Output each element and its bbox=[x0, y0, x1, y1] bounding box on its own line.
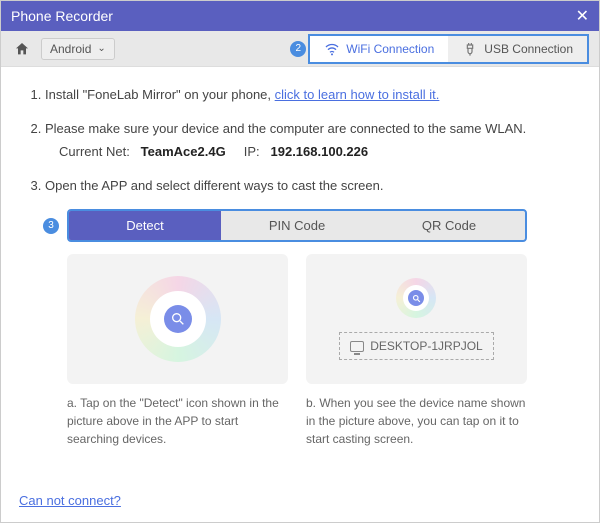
cannot-connect-link[interactable]: Can not connect? bbox=[19, 493, 121, 508]
chevron-down-icon: ⌄ bbox=[97, 43, 105, 54]
step-3: Open the APP and select different ways t… bbox=[45, 176, 573, 196]
instructions-list: Install "FoneLab Mirror" on your phone, … bbox=[27, 85, 573, 195]
home-button[interactable] bbox=[11, 38, 33, 60]
os-select-label: Android bbox=[50, 42, 91, 56]
tab-pin-code[interactable]: PIN Code bbox=[221, 211, 373, 240]
tab-qr-code[interactable]: QR Code bbox=[373, 211, 525, 240]
network-info: Current Net: TeamAce2.4G IP: 192.168.100… bbox=[45, 142, 573, 162]
titlebar: Phone Recorder ✕ bbox=[1, 1, 599, 31]
device-name-text: DESKTOP-1JRPJOL bbox=[370, 339, 482, 353]
ip-label: IP: bbox=[244, 144, 260, 159]
step-1: Install "FoneLab Mirror" on your phone, … bbox=[45, 85, 573, 105]
usb-icon bbox=[462, 41, 478, 57]
monitor-icon bbox=[350, 341, 364, 352]
wifi-connection-tab[interactable]: WiFi Connection bbox=[310, 36, 448, 62]
caption-a: a. Tap on the "Detect" icon shown in the… bbox=[67, 394, 288, 448]
magnifier-small-icon bbox=[408, 290, 424, 306]
step-badge-2: 2 bbox=[290, 41, 306, 57]
captions: a. Tap on the "Detect" icon shown in the… bbox=[67, 394, 527, 448]
wifi-icon bbox=[324, 41, 340, 57]
os-select[interactable]: Android ⌄ bbox=[41, 38, 115, 60]
app-title: Phone Recorder bbox=[11, 8, 113, 24]
connection-type-group: 2 WiFi Connection USB Connection bbox=[308, 34, 589, 64]
toolbar: Android ⌄ 2 WiFi Connection USB Connecti… bbox=[1, 31, 599, 67]
footer: Can not connect? bbox=[1, 483, 599, 522]
install-help-link[interactable]: click to learn how to install it. bbox=[275, 87, 440, 102]
close-icon[interactable]: ✕ bbox=[576, 6, 589, 26]
home-icon bbox=[14, 41, 30, 57]
app-window: Phone Recorder ✕ Android ⌄ 2 WiFi Connec… bbox=[0, 0, 600, 523]
step-1-text: Install "FoneLab Mirror" on your phone, bbox=[45, 87, 275, 102]
step-2: Please make sure your device and the com… bbox=[45, 119, 573, 162]
wifi-tab-label: WiFi Connection bbox=[346, 42, 434, 56]
ip-value: 192.168.100.226 bbox=[271, 144, 369, 159]
card-device: DESKTOP-1JRPJOL bbox=[306, 254, 527, 384]
usb-tab-label: USB Connection bbox=[484, 42, 573, 56]
caption-b: b. When you see the device name shown in… bbox=[306, 394, 527, 448]
current-net-value: TeamAce2.4G bbox=[141, 144, 226, 159]
device-name-box: DESKTOP-1JRPJOL bbox=[339, 332, 493, 360]
step-badge-3: 3 bbox=[43, 218, 59, 234]
color-ring-small-icon bbox=[396, 278, 436, 318]
card-detect bbox=[67, 254, 288, 384]
cast-tabs-container: 3 Detect PIN Code QR Code bbox=[67, 209, 527, 242]
cast-tabs: Detect PIN Code QR Code bbox=[67, 209, 527, 242]
content-area: Install "FoneLab Mirror" on your phone, … bbox=[1, 67, 599, 483]
tab-detect[interactable]: Detect bbox=[69, 211, 221, 240]
usb-connection-tab[interactable]: USB Connection bbox=[448, 36, 587, 62]
illustration-cards: DESKTOP-1JRPJOL bbox=[67, 254, 527, 384]
magnifier-icon bbox=[164, 305, 192, 333]
step-3-text: Open the APP and select different ways t… bbox=[45, 178, 383, 193]
current-net-label: Current Net: bbox=[59, 144, 130, 159]
color-ring-icon bbox=[135, 276, 221, 362]
step-2-text: Please make sure your device and the com… bbox=[45, 121, 526, 136]
